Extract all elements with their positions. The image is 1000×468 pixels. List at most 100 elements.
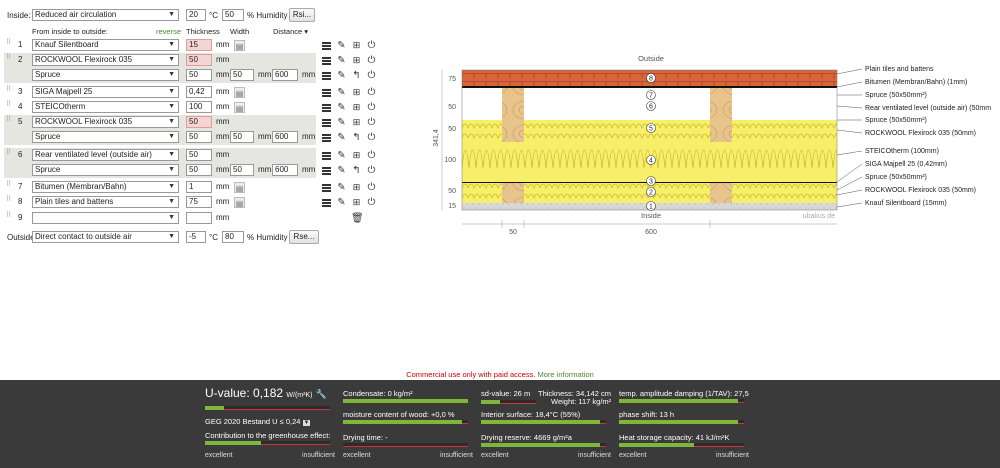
menu-icon[interactable] <box>322 199 331 208</box>
split-add-icon[interactable]: ⊞ <box>351 182 362 193</box>
more-info-link[interactable]: More information <box>538 370 594 379</box>
drag-handle-icon[interactable]: ⠿ <box>6 149 11 160</box>
pencil-icon[interactable]: ✎ <box>336 102 347 113</box>
drag-handle-icon[interactable]: ⠿ <box>6 212 11 223</box>
pencil-icon[interactable]: ✎ <box>336 165 347 176</box>
wrench-icon[interactable]: 🔧 <box>316 389 327 399</box>
sub-thickness-input[interactable]: 50 <box>186 164 212 176</box>
distance-header[interactable]: Distance ▾ <box>273 27 308 36</box>
thickness-input[interactable]: 50 <box>186 149 212 161</box>
pencil-icon[interactable]: ✎ <box>336 70 347 81</box>
undo-arrow-icon[interactable]: ↰ <box>351 165 362 176</box>
menu-icon[interactable] <box>322 167 331 176</box>
pencil-icon[interactable]: ✎ <box>336 55 347 66</box>
undo-arrow-icon[interactable]: ↰ <box>351 70 362 81</box>
split-add-icon[interactable]: ⊞ <box>351 102 362 113</box>
pencil-icon[interactable]: ✎ <box>336 150 347 161</box>
thickness-input[interactable] <box>186 212 212 224</box>
split-layer-icon[interactable]: ▤ <box>234 197 245 208</box>
sub-material-select[interactable]: Spruce ▼ <box>32 69 179 81</box>
split-add-icon[interactable]: ⊞ <box>351 150 362 161</box>
sub-material-select[interactable]: Spruce ▼ <box>32 131 179 143</box>
menu-icon[interactable] <box>322 134 331 143</box>
power-icon[interactable]: ⏻ <box>366 55 377 66</box>
split-add-icon[interactable]: ⊞ <box>351 55 362 66</box>
reverse-link[interactable]: reverse <box>156 27 181 36</box>
sub-material-select[interactable]: Spruce ▼ <box>32 164 179 176</box>
menu-icon[interactable] <box>322 42 331 51</box>
thickness-input[interactable]: 1 <box>186 181 212 193</box>
power-icon[interactable]: ⏻ <box>366 150 377 161</box>
material-select[interactable]: ROCKWOOL Flexirock 035 ▼ <box>32 116 179 128</box>
thickness-input[interactable]: 15 <box>186 39 212 51</box>
power-icon[interactable]: ⏻ <box>366 102 377 113</box>
thickness-input[interactable]: 0,42 <box>186 86 212 98</box>
drag-handle-icon[interactable]: ⠿ <box>6 116 11 127</box>
drag-handle-icon[interactable]: ⠿ <box>6 181 11 192</box>
pencil-icon[interactable]: ✎ <box>336 182 347 193</box>
undo-arrow-icon[interactable]: ↰ <box>351 132 362 143</box>
material-select[interactable]: ▼ <box>32 212 179 224</box>
pencil-icon[interactable]: ✎ <box>336 197 347 208</box>
menu-icon[interactable] <box>322 152 331 161</box>
material-select[interactable]: Plain tiles and battens ▼ <box>32 196 179 208</box>
geg-select[interactable]: GEG 2020 Bestand U ≤ 0,24 ▼ <box>205 417 311 426</box>
split-layer-icon[interactable]: ▤ <box>234 87 245 98</box>
material-select[interactable]: ROCKWOOL Flexirock 035 ▼ <box>32 54 179 66</box>
outside-temperature-input[interactable]: -5 <box>186 231 206 243</box>
thickness-input[interactable]: 50 <box>186 116 212 128</box>
split-add-icon[interactable]: ⊞ <box>351 117 362 128</box>
menu-icon[interactable] <box>322 72 331 81</box>
drag-handle-icon[interactable]: ⠿ <box>6 86 11 97</box>
rsi-button[interactable]: Rsi... <box>289 8 315 22</box>
sub-thickness-input[interactable]: 50 <box>186 131 212 143</box>
drag-handle-icon[interactable]: ⠿ <box>6 54 11 65</box>
drag-handle-icon[interactable]: ⠿ <box>6 101 11 112</box>
power-icon[interactable]: ⏻ <box>366 117 377 128</box>
menu-icon[interactable] <box>322 119 331 128</box>
menu-icon[interactable] <box>322 184 331 193</box>
split-add-icon[interactable]: ⊞ <box>351 40 362 51</box>
menu-icon[interactable] <box>322 104 331 113</box>
pencil-icon[interactable]: ✎ <box>336 132 347 143</box>
split-layer-icon[interactable]: ▤ <box>234 102 245 113</box>
thickness-input[interactable]: 100 <box>186 101 212 113</box>
material-select[interactable]: SIGA Majpell 25 ▼ <box>32 86 179 98</box>
drag-handle-icon[interactable]: ⠿ <box>6 196 11 207</box>
thickness-input[interactable]: 75 <box>186 196 212 208</box>
trash-icon[interactable]: 🗑 <box>351 213 364 224</box>
power-icon[interactable]: ⏻ <box>366 182 377 193</box>
menu-icon[interactable] <box>322 89 331 98</box>
material-select[interactable]: Bitumen (Membran/Bahn) ▼ <box>32 181 179 193</box>
distance-input[interactable]: 600 <box>272 131 298 143</box>
inside-climate-select[interactable]: Reduced air circulation ▼ <box>32 9 179 21</box>
power-icon[interactable]: ⏻ <box>366 165 377 176</box>
drag-handle-icon[interactable]: ⠿ <box>6 39 11 50</box>
menu-icon[interactable] <box>322 57 331 66</box>
power-icon[interactable]: ⏻ <box>366 197 377 208</box>
pencil-icon[interactable]: ✎ <box>336 117 347 128</box>
width-input[interactable]: 50 <box>230 69 254 81</box>
thickness-input[interactable]: 50 <box>186 54 212 66</box>
split-layer-icon[interactable]: ▤ <box>234 182 245 193</box>
width-input[interactable]: 50 <box>230 131 254 143</box>
material-select[interactable]: Knauf Silentboard ▼ <box>32 39 179 51</box>
rse-button[interactable]: Rse... <box>289 230 319 244</box>
material-select[interactable]: Rear ventilated level (outside air) ▼ <box>32 149 179 161</box>
pencil-icon[interactable]: ✎ <box>336 87 347 98</box>
split-add-icon[interactable]: ⊞ <box>351 87 362 98</box>
outside-climate-select[interactable]: Direct contact to outside air ▼ <box>32 231 179 243</box>
power-icon[interactable]: ⏻ <box>366 132 377 143</box>
distance-input[interactable]: 600 <box>272 69 298 81</box>
outside-humidity-input[interactable]: 80 <box>222 231 244 243</box>
split-add-icon[interactable]: ⊞ <box>351 197 362 208</box>
power-icon[interactable]: ⏻ <box>366 40 377 51</box>
pencil-icon[interactable]: ✎ <box>336 40 347 51</box>
width-input[interactable]: 50 <box>230 164 254 176</box>
power-icon[interactable]: ⏻ <box>366 70 377 81</box>
inside-temperature-input[interactable]: 20 <box>186 9 206 21</box>
split-layer-icon[interactable]: ▤ <box>234 40 245 51</box>
power-icon[interactable]: ⏻ <box>366 87 377 98</box>
sub-thickness-input[interactable]: 50 <box>186 69 212 81</box>
material-select[interactable]: STEICOtherm ▼ <box>32 101 179 113</box>
